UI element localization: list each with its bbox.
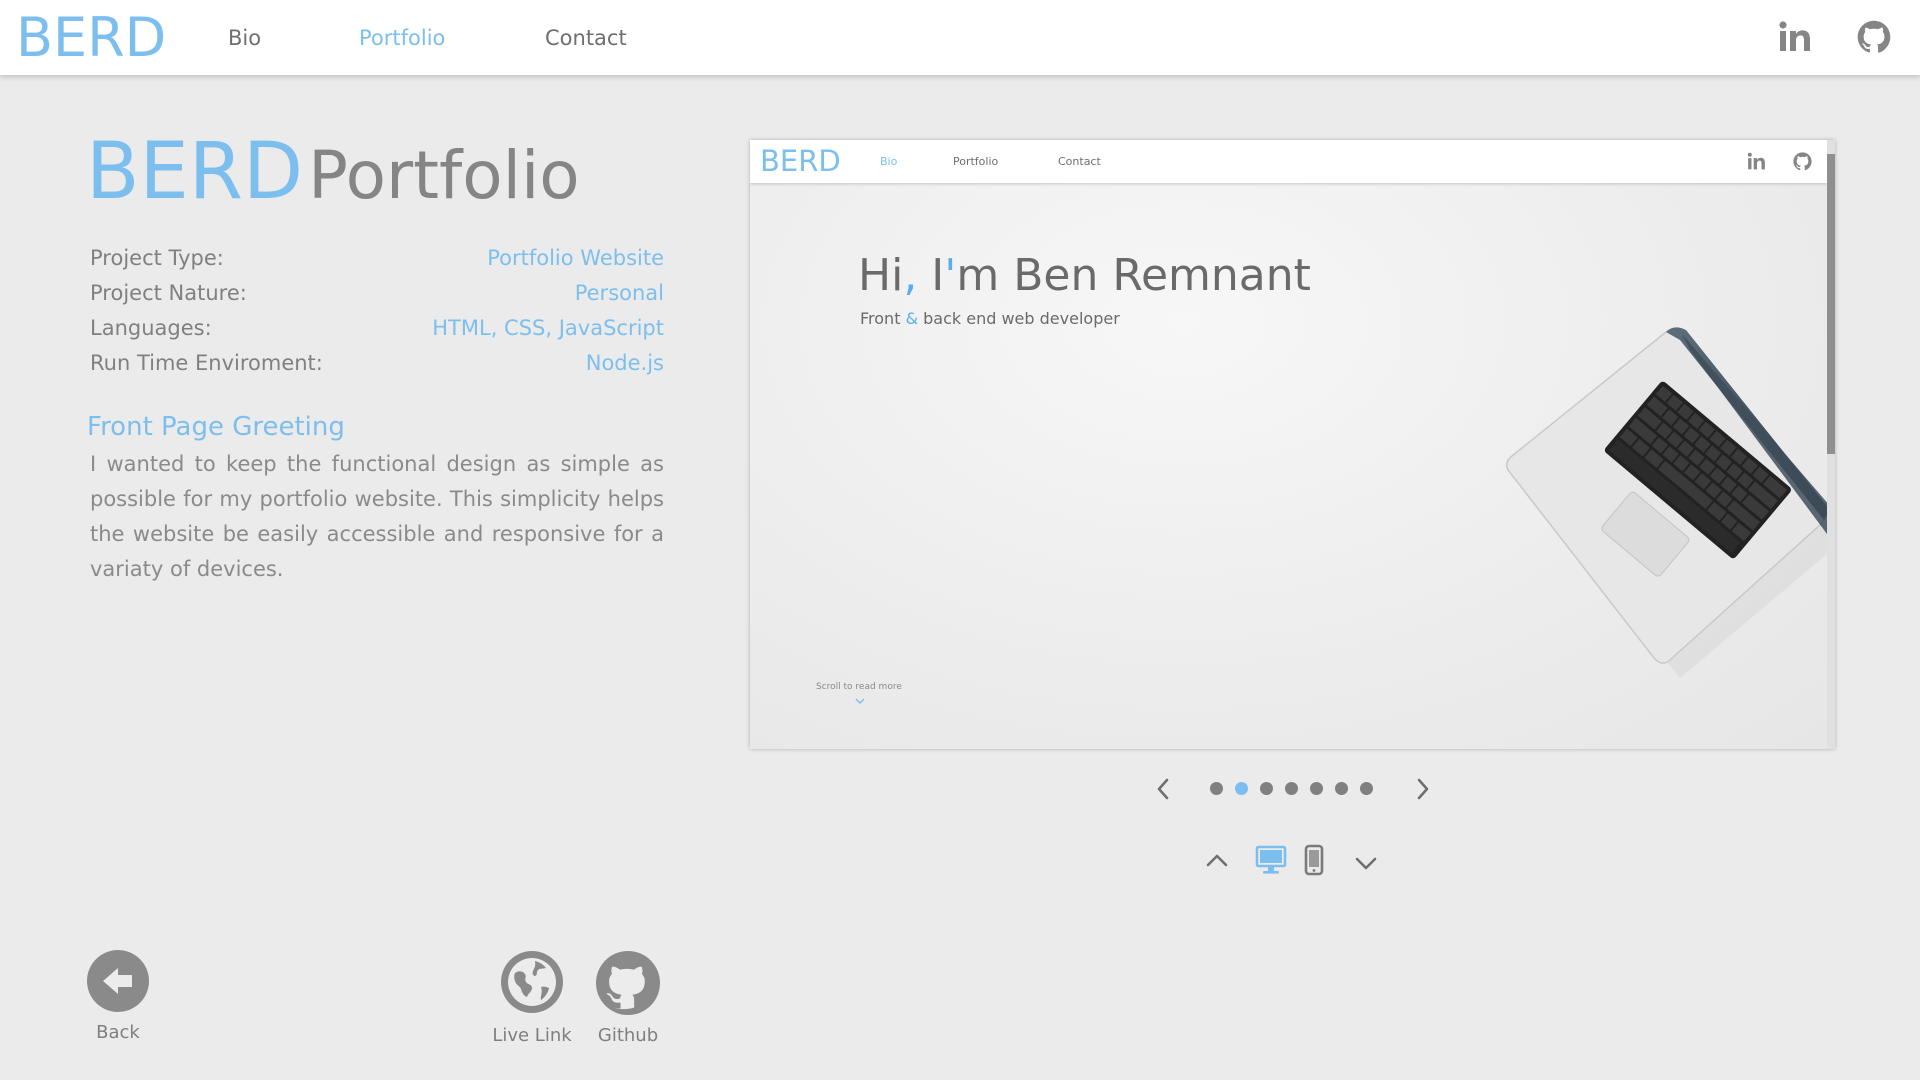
chevron-up-icon[interactable] [1205, 850, 1229, 870]
carousel-controls [1150, 774, 1440, 802]
carousel-dot[interactable] [1235, 782, 1248, 795]
chevron-right-icon[interactable] [1412, 776, 1434, 802]
preview-nav-portfolio: Portfolio [953, 155, 999, 168]
mobile-icon[interactable] [1304, 844, 1324, 876]
detail-row-runtime: Run Time Enviroment: Node.js [90, 345, 664, 380]
github-icon [1793, 152, 1812, 171]
preview-scrollbar-thumb[interactable] [1827, 154, 1835, 454]
site-logo[interactable]: BERD [16, 8, 166, 68]
back-button[interactable]: Back [86, 950, 150, 1043]
live-link-button[interactable]: Live Link [492, 951, 572, 1046]
section-title: Front Page Greeting [87, 412, 345, 442]
laptop-image [1505, 327, 1832, 678]
preview-subtitle: Front & back end web developer [860, 309, 1120, 328]
detail-label: Run Time Enviroment: [90, 350, 323, 375]
detail-label: Project Type: [90, 245, 224, 270]
detail-row-languages: Languages: HTML, CSS, JavaScript [90, 310, 664, 345]
detail-label: Project Nature: [90, 280, 247, 305]
detail-row-nature: Project Nature: Personal [90, 275, 664, 310]
carousel-dot[interactable] [1285, 782, 1298, 795]
nav-link-contact[interactable]: Contact [545, 25, 627, 51]
preview-nav-contact: Contact [1058, 155, 1101, 168]
project-title-brand: BERD [86, 127, 304, 217]
nav-link-portfolio[interactable]: Portfolio [359, 25, 445, 51]
project-description: I wanted to keep the functional design a… [90, 452, 664, 581]
github-label: Github [597, 1025, 659, 1046]
desktop-icon[interactable] [1255, 845, 1287, 875]
live-link-label: Live Link [492, 1025, 572, 1046]
github-icon[interactable] [1857, 20, 1891, 54]
project-title-rest: Portfolio [308, 137, 580, 214]
preview-scroll-hint: Scroll to read more [816, 682, 902, 692]
chevron-down-icon[interactable] [1354, 854, 1378, 874]
github-icon [596, 951, 660, 1015]
detail-value: Personal [574, 280, 664, 305]
chevron-down-icon [855, 698, 865, 705]
detail-value: Portfolio Website [487, 245, 664, 270]
carousel-dot[interactable] [1260, 782, 1273, 795]
carousel-dot[interactable] [1360, 782, 1373, 795]
globe-icon [501, 951, 563, 1013]
carousel-dot[interactable] [1335, 782, 1348, 795]
linkedin-icon [1747, 152, 1765, 170]
linkedin-icon[interactable] [1778, 20, 1812, 54]
project-title: BERD Portfolio [86, 132, 580, 233]
back-arrow-icon [87, 950, 149, 1012]
nav-link-bio[interactable]: Bio [228, 25, 261, 51]
github-button[interactable]: Github [592, 951, 664, 1046]
preview-logo: BERD [760, 144, 841, 178]
preview-nav-bio: Bio [880, 155, 898, 168]
preview-greeting: Hi, I'm Ben Remnant [858, 250, 1311, 301]
chevron-left-icon[interactable] [1152, 776, 1174, 802]
detail-row-type: Project Type: Portfolio Website [90, 240, 664, 275]
top-navbar: BERD Bio Portfolio Contact [0, 0, 1920, 75]
device-selector [1200, 842, 1390, 878]
carousel-dot[interactable] [1310, 782, 1323, 795]
project-details: Project Type: Portfolio Website Project … [90, 240, 664, 380]
carousel-dot[interactable] [1210, 782, 1223, 795]
preview-navbar: BERD Bio Portfolio Contact [750, 140, 1827, 183]
detail-value: Node.js [585, 350, 664, 375]
back-label: Back [96, 1022, 140, 1043]
detail-value: HTML, CSS, JavaScript [432, 315, 664, 340]
website-preview[interactable]: BERD Bio Portfolio Contact Hi, I'm Ben R… [750, 140, 1835, 749]
detail-label: Languages: [90, 315, 212, 340]
